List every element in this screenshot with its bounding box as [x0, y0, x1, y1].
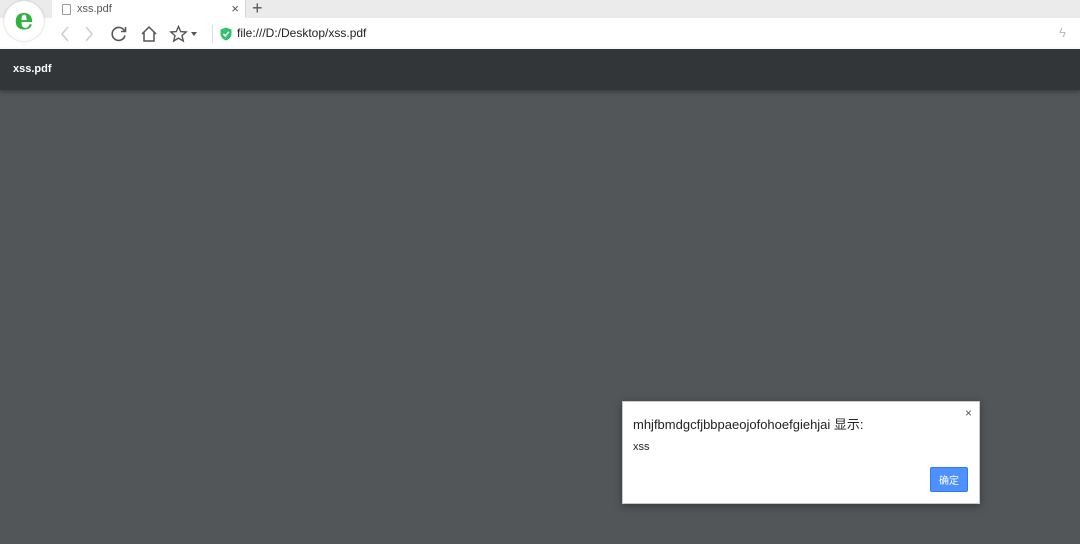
ok-button[interactable]: 确定	[930, 467, 968, 492]
pdf-title: xss.pdf	[13, 63, 52, 75]
star-icon	[168, 25, 188, 43]
toolbar: file:///D:/Desktop/xss.pdf ϟ	[48, 19, 1080, 49]
forward-icon	[85, 26, 94, 42]
address-bar-url[interactable]: file:///D:/Desktop/xss.pdf	[237, 26, 366, 40]
dropdown-icon	[191, 32, 197, 36]
back-button[interactable]	[54, 23, 76, 45]
browser-logo[interactable]: e	[4, 1, 44, 41]
secure-shield-icon	[220, 27, 232, 41]
reload-icon	[111, 26, 127, 42]
bookmark-dropdown[interactable]	[188, 23, 200, 45]
reload-button[interactable]	[108, 23, 130, 45]
tab-title: xss.pdf	[77, 3, 112, 15]
dialog-message: xss	[633, 441, 650, 453]
close-icon[interactable]: ×	[965, 406, 972, 420]
tab-xss-pdf[interactable]: xss.pdf ×	[52, 0, 246, 18]
tab-close-icon[interactable]: ×	[231, 0, 239, 18]
toolbar-divider	[212, 25, 213, 43]
alert-dialog: mhjfbmdgcfjbbpaeojofohoefgiehjai 显示: × x…	[622, 401, 980, 504]
forward-button[interactable]	[78, 23, 100, 45]
bookmark-button[interactable]	[167, 23, 189, 45]
dialog-title: mhjfbmdgcfjbbpaeojofohoefgiehjai 显示:	[633, 417, 864, 432]
bolt-icon[interactable]: ϟ	[1059, 25, 1066, 40]
pdf-viewer-header: xss.pdf	[0, 49, 1080, 90]
home-icon	[141, 25, 157, 42]
back-icon	[60, 26, 69, 42]
home-button[interactable]	[138, 23, 160, 45]
new-tab-button[interactable]: +	[252, 0, 263, 18]
file-icon	[62, 3, 71, 15]
browser-chrome: xss.pdf × + e file:///D:/Desktop/xss.pdf…	[0, 0, 1080, 49]
browser-logo-letter: e	[14, 1, 34, 37]
